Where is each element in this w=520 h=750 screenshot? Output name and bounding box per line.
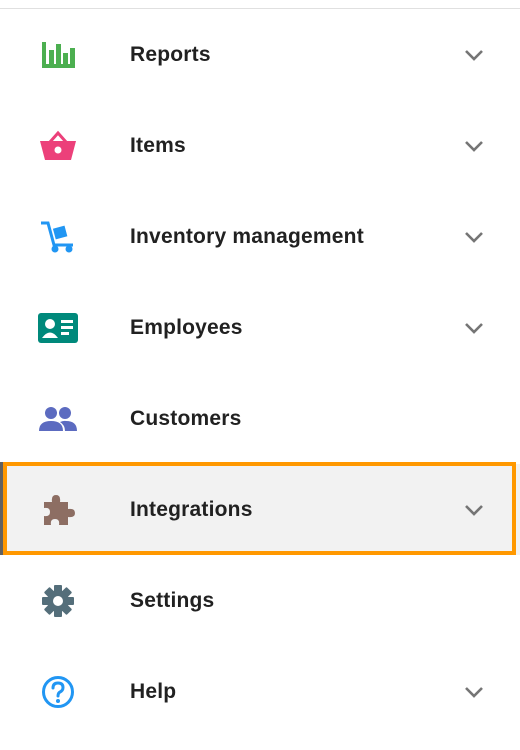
chevron-down-icon[interactable]: [462, 318, 486, 338]
chevron-down-icon[interactable]: [462, 682, 486, 702]
menu-item-label: Employees: [130, 316, 243, 339]
chevron-down-icon[interactable]: [462, 136, 486, 156]
menu-item-label: Integrations: [130, 498, 253, 521]
menu-item-employees[interactable]: Employees: [0, 282, 520, 373]
menu-item-inventory-management[interactable]: Inventory management: [0, 191, 520, 282]
menu-item-label: Items: [130, 134, 186, 157]
basket-icon: [38, 129, 78, 163]
menu-item-reports[interactable]: Reports: [0, 9, 520, 100]
gear-icon: [38, 584, 78, 618]
navigation-menu: Reports Items Inventory management Emplo…: [0, 9, 520, 737]
menu-item-help[interactable]: Help: [0, 646, 520, 737]
help-circle-icon: [38, 675, 78, 709]
active-item-accent: [0, 462, 3, 555]
menu-item-label: Settings: [130, 589, 215, 612]
menu-item-settings[interactable]: Settings: [0, 555, 520, 646]
people-icon: [38, 402, 78, 436]
chevron-down-icon[interactable]: [462, 45, 486, 65]
chevron-down-icon[interactable]: [462, 500, 486, 520]
id-card-icon: [38, 311, 78, 345]
bar-chart-icon: [38, 38, 78, 72]
puzzle-icon: [38, 493, 78, 527]
menu-item-integrations[interactable]: Integrations: [0, 464, 520, 555]
hand-truck-icon: [38, 220, 78, 254]
menu-item-label: Help: [130, 680, 177, 703]
menu-item-items[interactable]: Items: [0, 100, 520, 191]
menu-item-customers[interactable]: Customers: [0, 373, 520, 464]
menu-item-label: Inventory management: [130, 225, 364, 248]
menu-item-label: Customers: [130, 407, 242, 430]
chevron-down-icon[interactable]: [462, 227, 486, 247]
menu-item-label: Reports: [130, 43, 211, 66]
